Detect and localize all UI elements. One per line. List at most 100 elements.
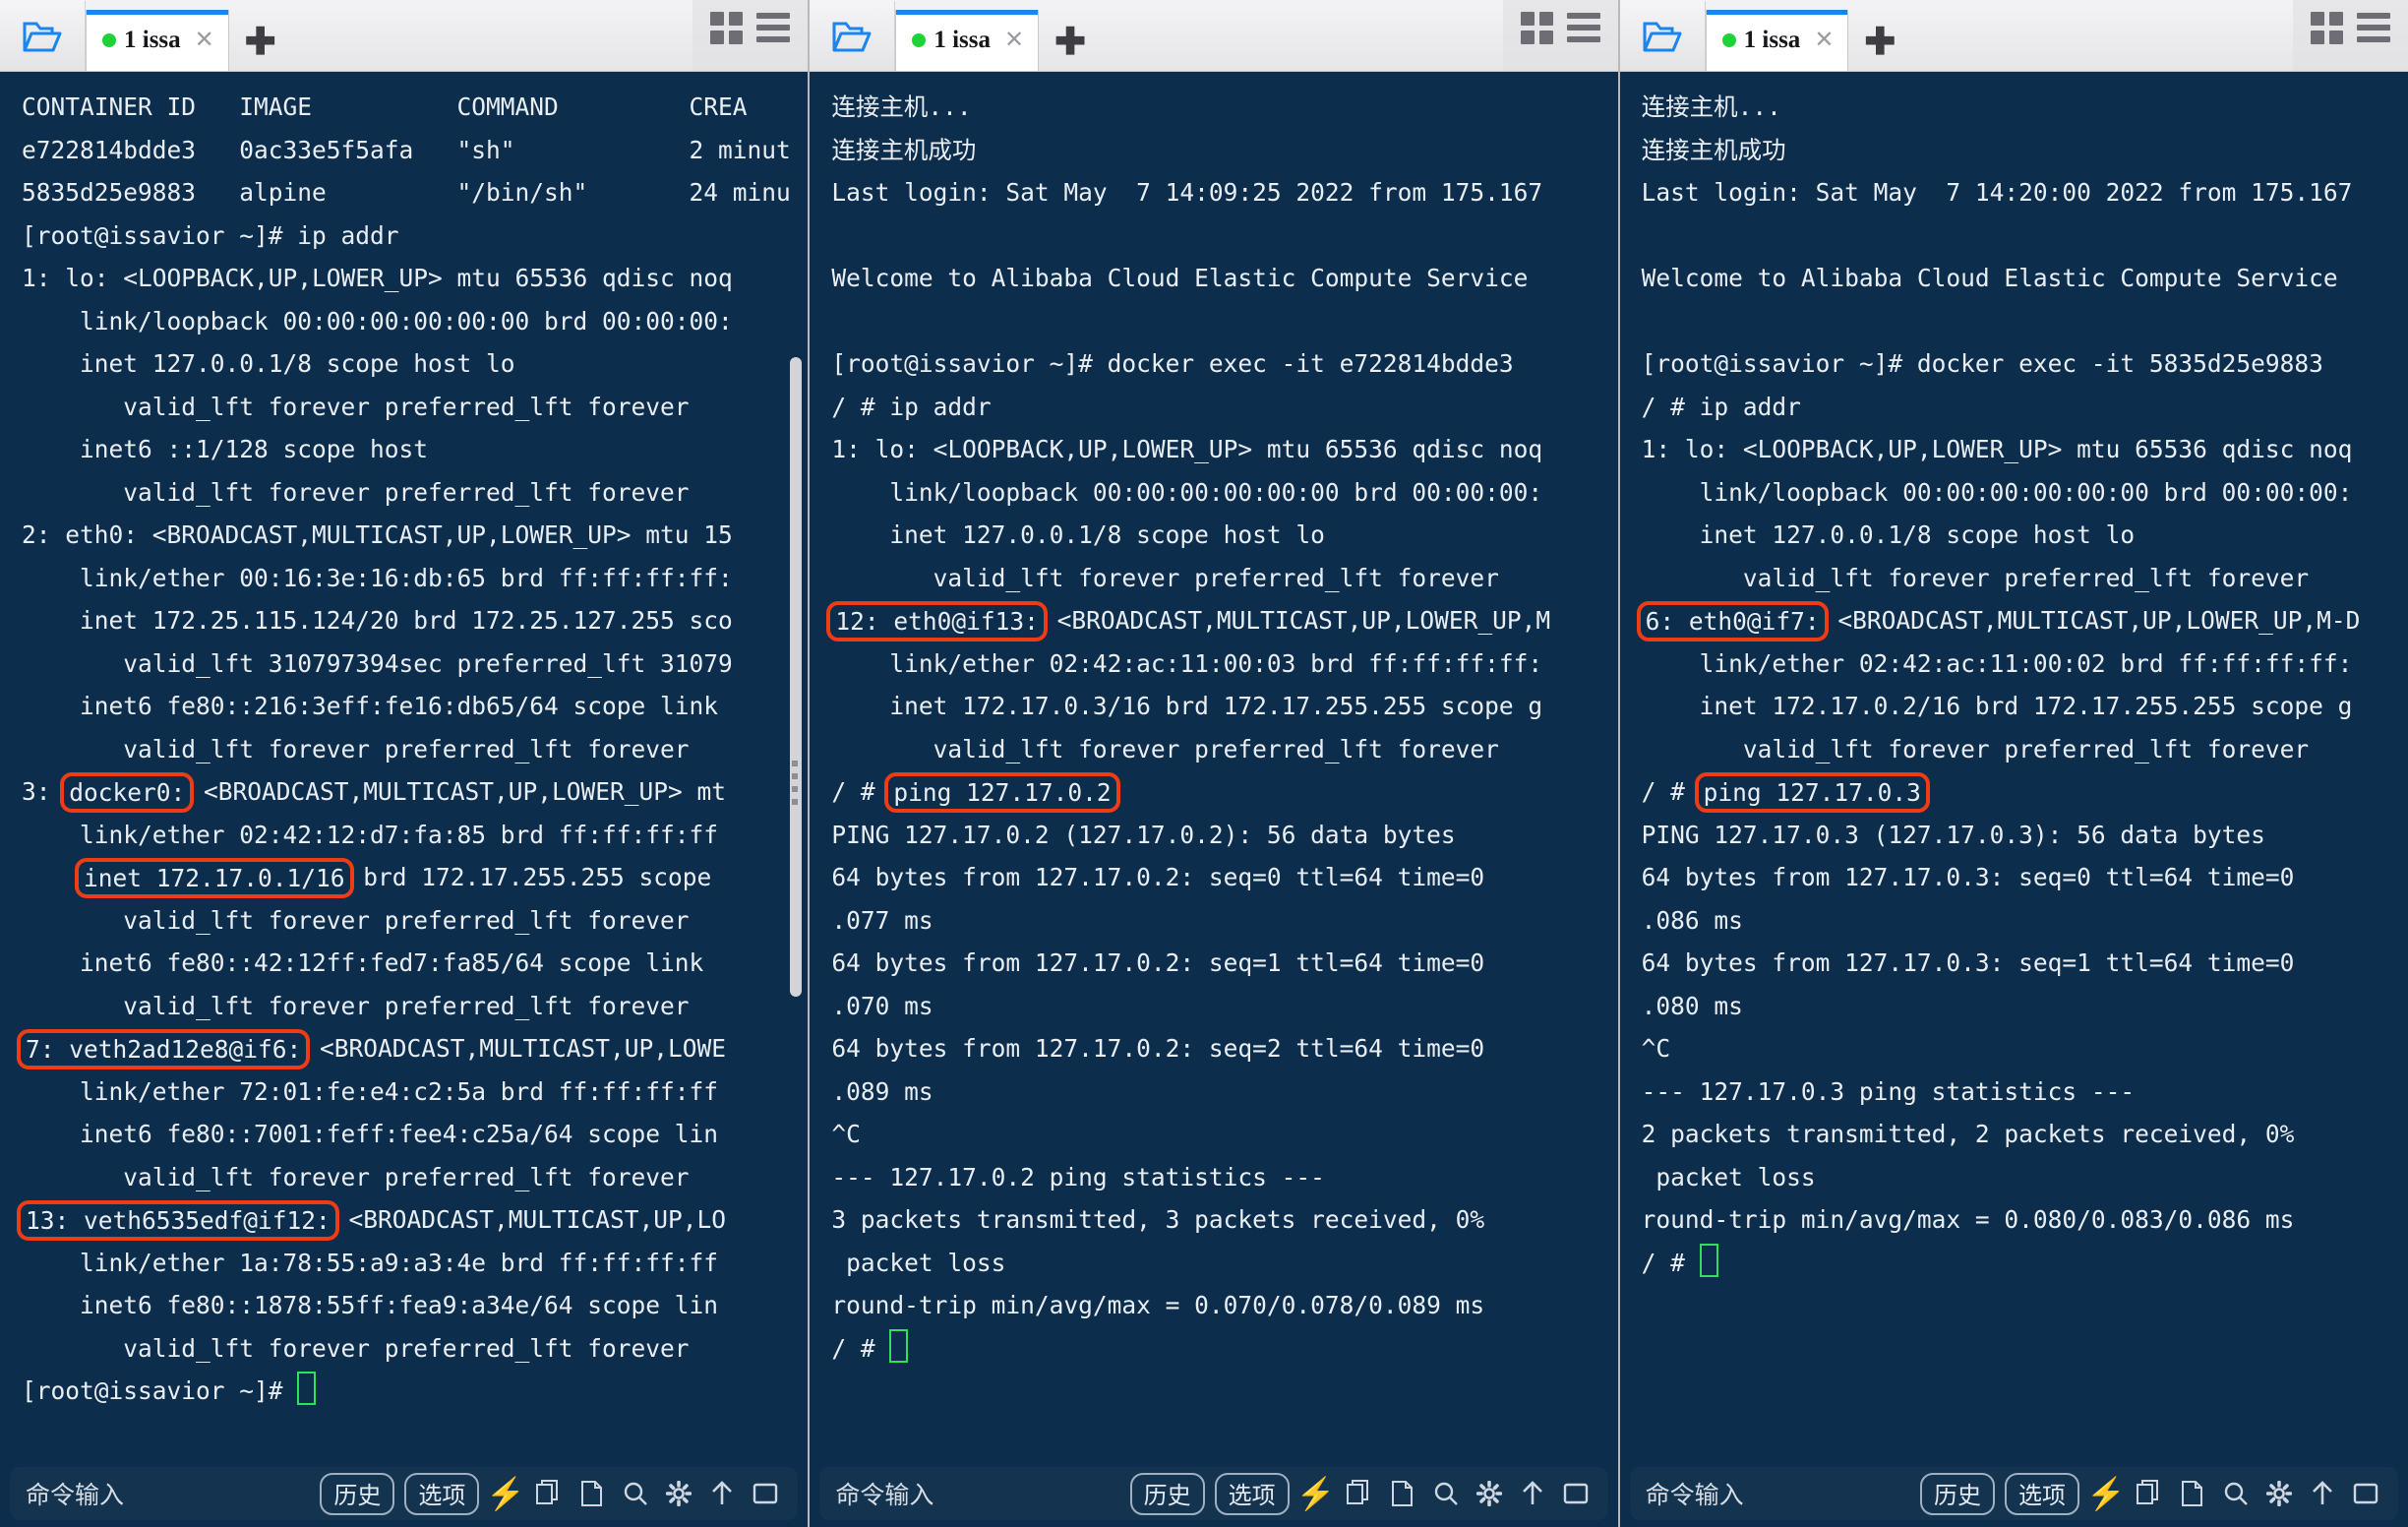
scrollbar-thumb[interactable] <box>790 357 803 997</box>
terminal-line: link/ether 72:01:fe:e4:c2:5a brd ff:ff:f… <box>22 1070 808 1114</box>
search-icon[interactable] <box>619 1481 652 1506</box>
copy-icon[interactable] <box>2133 1480 2166 1507</box>
tab-status-dot-icon <box>912 33 927 47</box>
history-button[interactable]: 历史 <box>1129 1472 1205 1515</box>
terminal-line: valid_lft forever preferred_lft forever <box>1642 557 2408 600</box>
terminal-line: 1: lo: <LOOPBACK,UP,LOWER_UP> mtu 65536 … <box>831 428 1617 471</box>
folder-open-icon <box>1643 22 1682 51</box>
terminal-line: valid_lft forever preferred_lft forever <box>831 728 1617 771</box>
terminal-line: inet6 ::1/128 scope host <box>22 428 808 471</box>
grid-view-icon[interactable] <box>710 11 744 44</box>
gear-icon[interactable] <box>662 1481 695 1506</box>
terminal-text-segment: link/loopback 00:00:00:00:00:00 brd 00:0… <box>22 306 733 336</box>
command-input-placeholder[interactable]: 命令输入 <box>835 1476 1119 1511</box>
close-icon[interactable]: ✕ <box>1004 29 1024 52</box>
folder-open-button[interactable] <box>0 1 86 71</box>
terminal-output-area-1[interactable]: CONTAINER ID IMAGE COMMAND CREA e722814bd… <box>0 72 809 1460</box>
folder-open-button[interactable] <box>810 1 896 71</box>
bolt-icon[interactable]: ⚡ <box>1296 1478 1336 1509</box>
tab-bar-3: 1 issa ✕ ✚ <box>1619 0 2408 72</box>
terminal-text-segment: valid_lft forever preferred_lft forever <box>1641 563 2310 592</box>
gear-icon[interactable] <box>2262 1481 2296 1506</box>
terminal-line: inet 172.17.0.3/16 brd 172.17.255.255 sc… <box>831 685 1617 728</box>
command-input-bar-1[interactable]: 命令输入 历史 选项 ⚡ <box>10 1467 799 1520</box>
terminal-line: ^C <box>831 1113 1617 1156</box>
scrollbar-grip-dots <box>792 761 799 805</box>
paste-icon[interactable] <box>2176 1480 2209 1507</box>
new-tab-button[interactable]: ✚ <box>1848 24 1913 71</box>
new-tab-button[interactable]: ✚ <box>1039 24 1104 71</box>
upload-icon[interactable] <box>2306 1480 2339 1507</box>
grid-view-icon[interactable] <box>1520 11 1553 44</box>
terminal-line: .077 ms <box>831 899 1617 943</box>
terminal-app-window: 1 issa ✕ ✚ CONTAINER ID IMAGE COMMAND CR… <box>0 0 2408 1527</box>
terminal-text-segment: .086 ms <box>1641 905 1743 935</box>
terminal-line: valid_lft forever preferred_lft forever <box>22 1156 808 1199</box>
terminal-line: inet6 fe80::7001:feff:fee4:c25a/64 scope… <box>22 1113 808 1156</box>
annotation-highlight-box: ping 127.17.0.3 <box>1694 772 1930 813</box>
terminal-line: 连接主机... <box>831 86 1617 129</box>
terminal-text-segment: 1: lo: <LOOPBACK,UP,LOWER_UP> mtu 65536 … <box>831 435 1543 463</box>
terminal-line: inet6 fe80::216:3eff:fe16:db65/64 scope … <box>22 685 808 728</box>
tab-status-dot-icon <box>1721 33 1736 47</box>
copy-icon[interactable] <box>532 1480 566 1507</box>
tab-bar-spacer <box>1104 0 1503 71</box>
terminal-line: 3: docker0: <BROADCAST,MULTICAST,UP,LOWE… <box>22 770 808 814</box>
list-view-icon[interactable] <box>756 13 791 42</box>
options-button[interactable]: 选项 <box>2005 1472 2079 1515</box>
terminal-line: link/ether 02:42:ac:11:00:03 brd ff:ff:f… <box>831 642 1617 686</box>
close-icon[interactable]: ✕ <box>1814 29 1834 52</box>
terminal-output-area-3[interactable]: 连接主机... 连接主机成功 Last login: Sat May 7 14:20… <box>1619 72 2408 1460</box>
terminal-output-area-2[interactable]: 连接主机... 连接主机成功 Last login: Sat May 7 14:09… <box>810 72 1618 1460</box>
new-tab-button[interactable]: ✚ <box>229 24 294 71</box>
list-view-icon[interactable] <box>2357 13 2390 42</box>
terminal-line: inet 127.0.0.1/8 scope host lo <box>831 514 1617 557</box>
tab-bar-actions-3 <box>2293 0 2408 71</box>
terminal-text-segment: 1: lo: <LOOPBACK,UP,LOWER_UP> mtu 65536 … <box>22 264 733 292</box>
tab-label: 1 issa <box>933 27 991 53</box>
terminal-text-segment: valid_lft forever preferred_lft forever <box>22 991 690 1020</box>
copy-icon[interactable] <box>1343 1480 1376 1507</box>
terminal-text-segment: inet6 ::1/128 scope host <box>22 435 429 463</box>
upload-icon[interactable] <box>705 1480 739 1507</box>
command-input-placeholder[interactable]: 命令输入 <box>26 1476 310 1511</box>
window-icon[interactable] <box>2349 1482 2382 1505</box>
terminal-line: 12: eth0@if13: <BROADCAST,MULTICAST,UP,L… <box>826 599 1617 642</box>
terminal-text-segment: 连接主机... <box>1641 92 1781 121</box>
gear-icon[interactable] <box>1473 1481 1506 1506</box>
command-input-placeholder[interactable]: 命令输入 <box>1646 1476 1910 1511</box>
search-icon[interactable] <box>1429 1481 1463 1506</box>
window-icon[interactable] <box>749 1482 782 1505</box>
bolt-icon[interactable]: ⚡ <box>2086 1478 2126 1509</box>
terminal-line: link/ether 02:42:ac:11:00:02 brd ff:ff:f… <box>1642 642 2408 686</box>
folder-open-button[interactable] <box>1619 1 1706 71</box>
command-input-bar-3[interactable]: 命令输入 历史 选项 ⚡ <box>1629 1467 2398 1520</box>
bolt-icon[interactable]: ⚡ <box>486 1478 525 1509</box>
terminal-scrollbar-1[interactable] <box>790 72 803 1460</box>
annotation-highlight-box: 12: eth0@if13: <box>826 601 1048 641</box>
tab-1-issa[interactable]: 1 issa ✕ <box>1705 10 1849 71</box>
paste-icon[interactable] <box>575 1480 609 1507</box>
terminal-line: round-trip min/avg/max = 0.080/0.083/0.0… <box>1642 1198 2408 1242</box>
terminal-text-segment: <BROADCAST,MULTICAST,UP,LOWER_UP> mt <box>189 777 727 806</box>
list-view-icon[interactable] <box>1566 13 1600 42</box>
options-button[interactable]: 选项 <box>404 1472 480 1515</box>
terminal-text-segment: inet 127.0.0.1/8 scope host lo <box>831 520 1325 549</box>
paste-icon[interactable] <box>1386 1480 1419 1507</box>
terminal-text-segment: valid_lft forever preferred_lft forever <box>22 734 690 764</box>
window-icon[interactable] <box>1559 1482 1593 1505</box>
command-input-bar-2[interactable]: 命令输入 历史 选项 ⚡ <box>819 1467 1608 1520</box>
history-button[interactable]: 历史 <box>1920 1472 1995 1515</box>
close-icon[interactable]: ✕ <box>195 29 214 52</box>
tab-1-issa[interactable]: 1 issa ✕ <box>895 10 1040 71</box>
history-button[interactable]: 历史 <box>320 1472 395 1515</box>
tab-label: 1 issa <box>1743 27 1801 53</box>
options-button[interactable]: 选项 <box>1214 1472 1290 1515</box>
search-icon[interactable] <box>2219 1481 2253 1506</box>
tab-label: 1 issa <box>124 27 181 53</box>
terminal-text-segment: --- 127.17.0.2 ping statistics --- <box>831 1162 1325 1191</box>
grid-view-icon[interactable] <box>2311 11 2343 44</box>
upload-icon[interactable] <box>1516 1480 1549 1507</box>
tab-1-issa[interactable]: 1 issa ✕ <box>86 10 229 71</box>
terminal-text-segment: <BROADCAST,MULTICAST,UP,LOWER_UP,M-D <box>1823 606 2361 635</box>
